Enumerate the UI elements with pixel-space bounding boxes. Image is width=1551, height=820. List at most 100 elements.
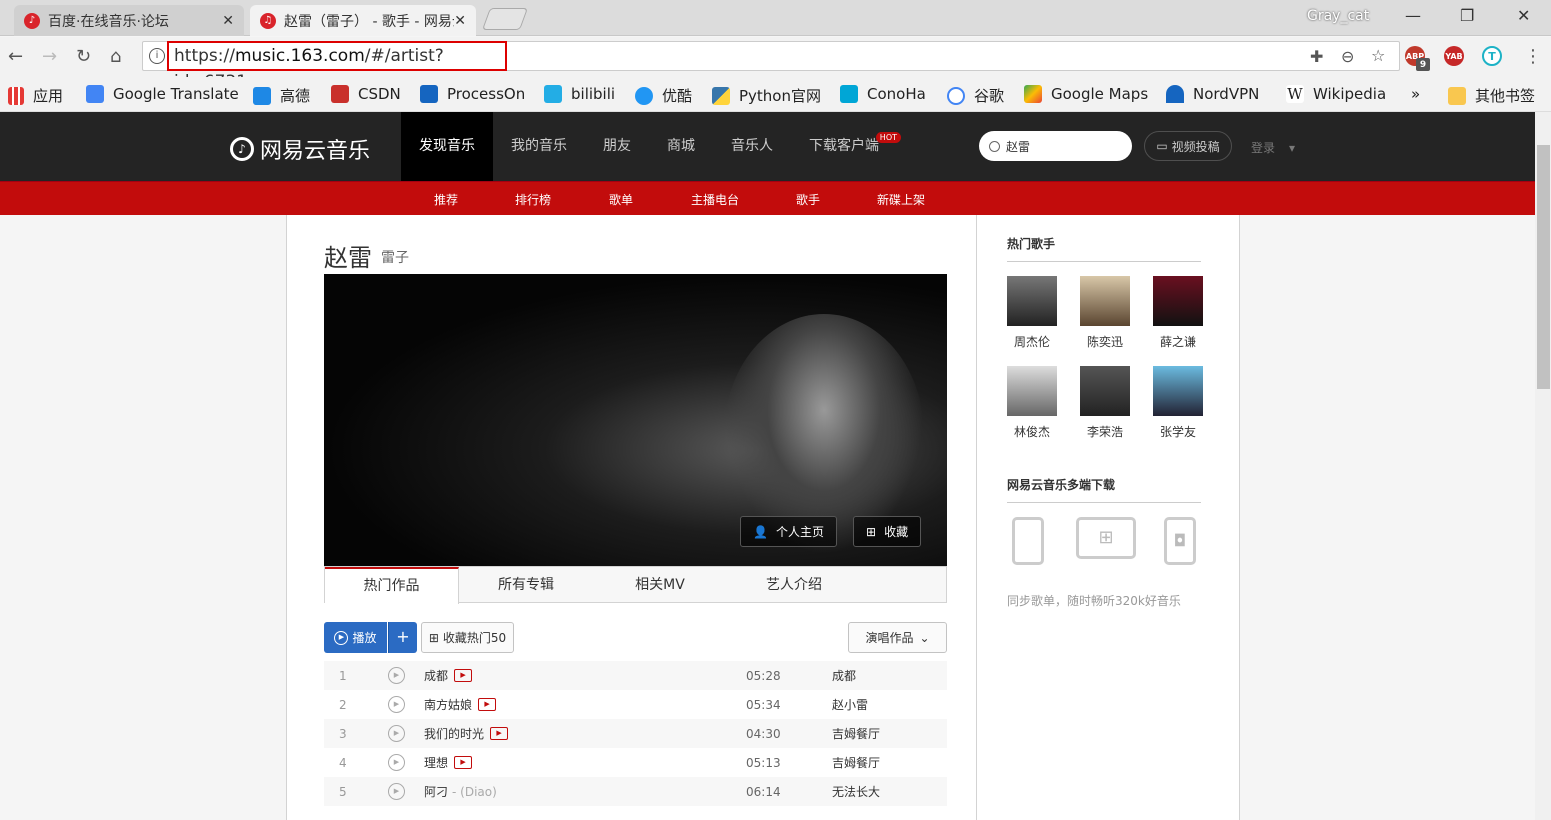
artist-collect-button[interactable]: ⊞ 收藏 [853, 516, 922, 547]
artist-avatar [1007, 366, 1057, 416]
song-title[interactable]: 我们的时光 [424, 725, 484, 742]
browser-tab-active[interactable]: ♫ 赵雷（雷子） - 歌手 - 网易云音乐 ✕ [250, 5, 476, 36]
works-filter-select[interactable]: 演唱作品 ⌄ [848, 622, 947, 653]
bookmark-google[interactable]: 谷歌 [947, 85, 1004, 106]
bookmark-gaode[interactable]: 高德 [253, 85, 310, 106]
song-row[interactable]: 3 ▶ 我们的时光 ▶ 04:30 吉姆餐厅 [324, 719, 947, 748]
subnav-playlists[interactable]: 歌单 [609, 191, 633, 208]
url-text[interactable]: https://music.163.com/#/artist?id=6731 [167, 41, 507, 92]
mv-icon[interactable]: ▶ [454, 756, 473, 769]
close-icon[interactable]: ✕ [222, 13, 234, 29]
song-album[interactable]: 赵小雷 [832, 696, 868, 713]
bookmark-google-maps[interactable]: Google Maps [1024, 85, 1148, 103]
nav-my-music[interactable]: 我的音乐 [493, 112, 585, 181]
bookmark-other[interactable]: 其他书签 [1448, 85, 1535, 106]
song-title[interactable]: 成都 [424, 667, 448, 684]
play-icon[interactable]: ▶ [388, 667, 405, 684]
bookmark-processon[interactable]: ProcessOn [420, 85, 525, 103]
zoom-icon[interactable]: ⊖ [1341, 47, 1354, 66]
windows-icon[interactable]: ⊞ [1076, 517, 1136, 559]
search-value: 赵雷 [1006, 139, 1031, 154]
bookmark-wikipedia[interactable]: W Wikipedia [1286, 85, 1386, 103]
nav-friends[interactable]: 朋友 [585, 112, 649, 181]
nav-discover[interactable]: 发现音乐 [401, 112, 493, 181]
restore-icon[interactable]: ❐ [1460, 6, 1474, 25]
subnav-radio[interactable]: 主播电台 [691, 191, 739, 208]
song-row[interactable]: 5 ▶ 阿刁 - (Diao) 06:14 无法长大 [324, 777, 947, 806]
site-search-input[interactable]: 赵雷 [979, 131, 1132, 161]
bookmark-conoha[interactable]: ConoHa [840, 85, 926, 103]
play-icon[interactable]: ▶ [388, 696, 405, 713]
hot-artist-item[interactable]: 薛之谦 [1153, 276, 1203, 350]
bookmark-nordvpn[interactable]: NordVPN [1166, 85, 1259, 103]
home-icon[interactable]: ⌂ [110, 46, 121, 67]
hot-artist-item[interactable]: 周杰伦 [1007, 276, 1057, 350]
bookmark-python[interactable]: Python官网 [712, 85, 821, 106]
login-link[interactable]: 登录 ▾ [1251, 139, 1295, 156]
minimize-icon[interactable]: — [1405, 6, 1421, 25]
bookmarks-overflow[interactable]: » [1411, 85, 1420, 103]
bookmark-star-icon[interactable]: ☆ [1371, 46, 1385, 65]
bookmark-csdn[interactable]: CSDN [331, 85, 401, 103]
extension-puzzle-icon[interactable]: ✚ [1310, 47, 1323, 66]
profile-name[interactable]: Gray_cat [1307, 8, 1369, 24]
close-window-icon[interactable]: ✕ [1517, 6, 1530, 25]
yab-icon[interactable]: YAB [1444, 46, 1464, 66]
scrollbar-thumb[interactable] [1537, 145, 1550, 389]
tab-hot-works[interactable]: 热门作品 [325, 567, 459, 604]
song-album[interactable]: 成都 [832, 667, 856, 684]
back-icon[interactable]: ← [8, 46, 23, 67]
hot-artist-item[interactable]: 陈奕迅 [1080, 276, 1130, 350]
nav-musician[interactable]: 音乐人 [713, 112, 791, 181]
bookmark-bilibili[interactable]: bilibili [544, 85, 615, 103]
reload-icon[interactable]: ↻ [76, 46, 91, 67]
subnav-recommend[interactable]: 推荐 [434, 191, 458, 208]
browser-tab-inactive[interactable]: ♪ 百度·在线音乐·论坛 ✕ [14, 5, 244, 36]
artist-home-button[interactable]: 👤 个人主页 [740, 516, 837, 547]
play-icon[interactable]: ▶ [388, 725, 405, 742]
song-title[interactable]: 阿刁 [424, 783, 448, 800]
video-upload-button[interactable]: ▭ 视频投稿 [1144, 131, 1232, 161]
collect-hot50-button[interactable]: ⊞ 收藏热门50 [421, 622, 514, 653]
translate-ext-icon[interactable]: T [1482, 46, 1502, 66]
hot-artist-item[interactable]: 李荣浩 [1080, 366, 1130, 440]
play-icon[interactable]: ▶ [388, 754, 405, 771]
bookmark-google-translate[interactable]: Google Translate [86, 85, 239, 103]
bookmark-youku[interactable]: 优酷 [635, 85, 692, 106]
android-icon[interactable]: ◘ [1164, 517, 1196, 565]
hot-artist-item[interactable]: 张学友 [1153, 366, 1203, 440]
mv-icon[interactable]: ▶ [490, 727, 509, 740]
site-info-icon[interactable]: i [149, 48, 165, 64]
close-icon[interactable]: ✕ [454, 13, 466, 29]
bookmark-apps[interactable]: 应用 [8, 85, 63, 106]
song-album[interactable]: 无法长大 [832, 783, 880, 800]
song-title[interactable]: 理想 [424, 754, 448, 771]
forward-icon[interactable]: → [42, 46, 57, 67]
song-album[interactable]: 吉姆餐厅 [832, 725, 880, 742]
add-to-list-button[interactable]: + [388, 622, 417, 653]
new-tab-button[interactable] [481, 8, 529, 30]
song-album[interactable]: 吉姆餐厅 [832, 754, 880, 771]
play-icon[interactable]: ▶ [388, 783, 405, 800]
apple-icon[interactable] [1012, 517, 1044, 565]
nav-download[interactable]: 下载客户端 HOT [791, 112, 901, 181]
song-row[interactable]: 1 ▶ 成都 ▶ 05:28 成都 [324, 661, 947, 690]
song-row[interactable]: 2 ▶ 南方姑娘 ▶ 05:34 赵小雷 [324, 690, 947, 719]
mv-icon[interactable]: ▶ [454, 669, 473, 682]
tab-related-mv[interactable]: 相关MV [593, 567, 727, 603]
song-row[interactable]: 4 ▶ 理想 ▶ 05:13 吉姆餐厅 [324, 748, 947, 777]
netease-favicon: ♫ [260, 12, 276, 29]
hot-artist-item[interactable]: 林俊杰 [1007, 366, 1057, 440]
page-scrollbar[interactable] [1535, 112, 1551, 820]
subnav-new-albums[interactable]: 新碟上架 [877, 191, 925, 208]
nav-store[interactable]: 商城 [649, 112, 713, 181]
tab-all-albums[interactable]: 所有专辑 [459, 567, 593, 603]
site-logo[interactable]: ♪ 网易云音乐 [230, 133, 370, 165]
subnav-charts[interactable]: 排行榜 [515, 191, 551, 208]
song-title[interactable]: 南方姑娘 [424, 696, 472, 713]
menu-kebab-icon[interactable]: ⋮ [1524, 46, 1542, 67]
tab-artist-intro[interactable]: 艺人介绍 [727, 567, 861, 603]
mv-icon[interactable]: ▶ [478, 698, 497, 711]
play-all-button[interactable]: ▶ 播放 [324, 622, 387, 653]
subnav-artists[interactable]: 歌手 [796, 191, 820, 208]
